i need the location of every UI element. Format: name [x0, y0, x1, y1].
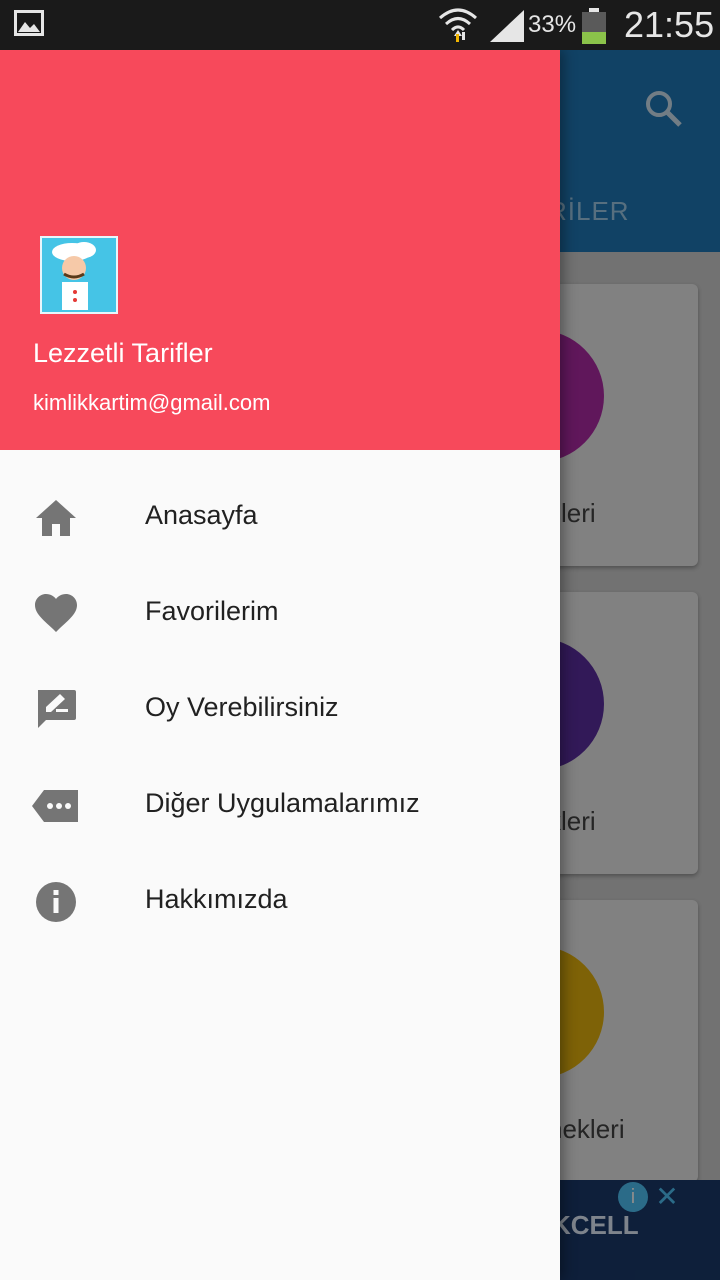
menu-item-label: Favorilerim [145, 596, 279, 626]
menu-item-about[interactable]: Hakkımızda [0, 852, 560, 948]
menu-item-label: Oy Verebilirsiniz [145, 692, 339, 722]
menu-item-label: Anasayfa [145, 500, 258, 530]
more-apps-icon [32, 790, 78, 822]
chef-icon [52, 242, 96, 310]
status-bar: 33% 21:55 [0, 0, 720, 50]
app-logo-avatar [40, 236, 118, 314]
battery-percent: 33% [528, 11, 577, 38]
battery-icon [582, 8, 606, 44]
account-email: kimlikkartim@gmail.com [33, 390, 271, 415]
drawer-header: Lezzetli Tarifler kimlikkartim@gmail.com [0, 50, 560, 450]
menu-item-other-apps[interactable]: Diğer Uygulamalarımız [0, 756, 560, 852]
navigation-drawer: Lezzetli Tarifler kimlikkartim@gmail.com… [0, 50, 560, 1280]
menu-item-home[interactable]: Anasayfa [0, 468, 560, 564]
menu-item-label: Diğer Uygulamalarımız [145, 788, 420, 818]
signal-icon [490, 10, 524, 42]
info-icon [36, 882, 76, 922]
gallery-icon [14, 10, 44, 36]
app-name: Lezzetli Tarifler [33, 338, 213, 368]
clock: 21:55 [624, 4, 715, 45]
heart-icon [35, 594, 77, 632]
menu-item-favorites[interactable]: Favorilerim [0, 564, 560, 660]
menu-item-label: Hakkımızda [145, 884, 288, 914]
menu-item-rate[interactable]: Oy Verebilirsiniz [0, 660, 560, 756]
rate-review-icon [38, 690, 76, 728]
wifi-icon [439, 8, 477, 42]
drawer-menu: Anasayfa Favorilerim Oy Verebilirsiniz D… [0, 468, 560, 948]
home-icon [36, 500, 76, 536]
